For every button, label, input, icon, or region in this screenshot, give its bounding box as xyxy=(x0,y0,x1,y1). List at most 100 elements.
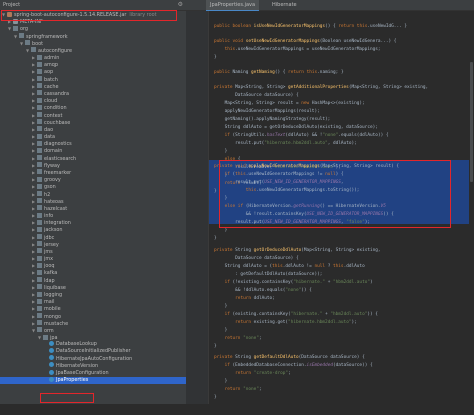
tree-item[interactable]: ▶ liquibase xyxy=(0,284,186,291)
tree-item[interactable]: ▶ mobile xyxy=(0,305,186,312)
tree-item-label: cloud xyxy=(44,98,58,105)
package-icon xyxy=(37,327,42,333)
tree-item-label: ldap xyxy=(44,277,55,284)
tree-item-label: jooq xyxy=(44,263,55,270)
code-line: String ddlAuto = (this.ddlAuto != null ?… xyxy=(214,264,365,269)
tree-item[interactable]: ▶ context xyxy=(0,112,186,119)
tree-item[interactable]: ▶ jmx xyxy=(0,255,186,263)
tree-item-label: jmx xyxy=(44,256,54,263)
code-line: return "none"; xyxy=(224,336,262,341)
tree-item[interactable]: ▶ cache xyxy=(0,83,186,90)
tree-item-label: admin xyxy=(44,55,60,62)
tree-item[interactable]: ▶ freemarker xyxy=(0,169,186,176)
tree-item[interactable]: ▶ groovy xyxy=(0,176,186,184)
tree-item[interactable]: ▶ mustache xyxy=(0,320,186,327)
tree-item[interactable]: JpaBaseConfiguration xyxy=(0,369,186,377)
tree-item-label: kafka xyxy=(44,270,58,277)
tree-item[interactable]: ▼ jpa xyxy=(0,334,186,341)
tree-item-label: groovy xyxy=(44,177,61,184)
tree-item[interactable]: ▶ cloud xyxy=(0,97,186,105)
tree-item-label: orm xyxy=(44,327,54,334)
tree-item[interactable]: ▼ springframework xyxy=(0,33,186,40)
tree-item[interactable]: ▼ org xyxy=(0,25,186,32)
tree-item[interactable]: DatabaseLookup xyxy=(0,340,186,348)
tree-item-label: jms xyxy=(44,248,53,255)
project-view-dropdown[interactable]: Project xyxy=(3,2,20,8)
package-icon xyxy=(37,183,42,189)
code-line: } xyxy=(214,395,217,400)
code-line: } xyxy=(214,228,228,233)
package-icon xyxy=(37,133,42,139)
scrollbar-thumb[interactable] xyxy=(470,62,473,182)
tree-item[interactable]: ▶ cassandra xyxy=(0,90,186,97)
tree-item[interactable]: ▼ boot xyxy=(0,40,186,47)
folder-icon xyxy=(13,18,18,24)
tree-item[interactable]: ▶ domain xyxy=(0,147,186,154)
tree-item-label: diagnostics xyxy=(44,141,72,148)
tree-item-label: mustache xyxy=(44,320,69,327)
tree-item[interactable]: ▶ condition xyxy=(0,104,186,111)
tree-item[interactable]: ▶ admin xyxy=(0,54,186,62)
tree-item[interactable]: ▶ hazelcast xyxy=(0,205,186,212)
tree-item-label: hateoas xyxy=(44,198,64,205)
code-line: String ddlAuto = getOrDeduceDdlAuto(exis… xyxy=(214,125,378,130)
tree-item[interactable]: ▶ aop xyxy=(0,68,186,75)
tree-item[interactable]: ▶ couchbase xyxy=(0,119,186,126)
tree-item[interactable]: ▶ mail xyxy=(0,298,186,305)
tree-item[interactable]: ▶ jersey xyxy=(0,241,186,248)
tree-item[interactable]: ▶ dao xyxy=(0,126,186,133)
code-editor[interactable]: public boolean isUseNewIdGeneratorMappin… xyxy=(186,11,474,415)
tab-jpaproperties[interactable]: JpaProperties.java xyxy=(206,0,260,11)
tree-item[interactable]: ▶ info xyxy=(0,212,186,219)
tree-item[interactable]: ▶ diagnostics xyxy=(0,140,186,148)
tree-item[interactable]: ▼ autoconfigure xyxy=(0,47,186,54)
tree-item[interactable]: ▶ logging xyxy=(0,291,186,298)
code-line: } xyxy=(214,196,228,201)
tree-item[interactable]: ▼ orm xyxy=(0,327,186,334)
tree-item[interactable]: HibernateVersion xyxy=(0,362,186,370)
editor-scrollbar[interactable] xyxy=(469,22,474,415)
package-icon xyxy=(37,219,42,225)
tree-item[interactable]: DataSourceInitializedPublisher xyxy=(0,347,186,355)
package-icon xyxy=(25,40,30,46)
tree-item[interactable]: ▶ META-INF xyxy=(0,18,186,25)
tree-item[interactable]: ▶ jms xyxy=(0,248,186,255)
code-line: return "none"; xyxy=(224,387,262,392)
gear-icon[interactable]: ⚙ xyxy=(178,0,183,10)
jpaproperties-highlight-box xyxy=(40,393,94,403)
tree-item[interactable]: ▶ data xyxy=(0,133,186,140)
code-line: if (existing.containsKey("hibernate." + … xyxy=(224,312,378,317)
project-panel-header[interactable]: Project ⚙ xyxy=(0,0,186,11)
tree-item[interactable]: ▶ batch xyxy=(0,76,186,83)
package-icon xyxy=(37,234,42,240)
package-icon xyxy=(37,212,42,218)
package-icon xyxy=(37,61,42,67)
tree-item-label: cassandra xyxy=(44,90,69,97)
tree-item[interactable]: ▶ gson xyxy=(0,183,186,190)
tree-item[interactable]: ▶ elasticsearch xyxy=(0,155,186,162)
tree-item[interactable]: ▶ kafka xyxy=(0,269,186,277)
tree-item[interactable]: ▶ h2 xyxy=(0,191,186,198)
code-line: } xyxy=(214,304,228,309)
tree-item-label: DataSourceInitializedPublisher xyxy=(56,348,131,355)
tree-item[interactable]: ▶ hateoas xyxy=(0,198,186,205)
code-line: else if (HibernateVersion.getRunning() =… xyxy=(224,204,386,209)
tree-item[interactable]: ▶ jdbc xyxy=(0,234,186,241)
tree-item[interactable]: ▶ ldap xyxy=(0,277,186,284)
package-icon xyxy=(37,269,42,275)
tree-item[interactable]: ▶ amqp xyxy=(0,61,186,68)
tree-item[interactable]: ▶ mongo xyxy=(0,313,186,320)
tree-item[interactable]: ▶ jooq xyxy=(0,262,186,270)
tree-item[interactable]: ▼ spring-boot-autoconfigure-1.5.14.RELEAS… xyxy=(0,11,186,18)
tree-item[interactable]: ▶ integration xyxy=(0,219,186,226)
tab-hibernate[interactable]: Hibernate xyxy=(268,0,301,10)
tree-item[interactable]: ▶ flyway xyxy=(0,162,186,169)
tree-item[interactable]: ▶ jackson xyxy=(0,226,186,233)
package-icon xyxy=(37,104,42,110)
code-line: return existing.get("hibernate.hbm2ddl.a… xyxy=(235,320,357,325)
tree-item[interactable]: JpaProperties xyxy=(0,376,186,385)
code-line: applyNewIdGeneratorMappings(result); xyxy=(214,109,320,114)
tree-item[interactable]: HibernateJpaAutoConfiguration xyxy=(0,355,186,363)
code-line: this.useNewIdGeneratorMappings.toString(… xyxy=(245,188,360,193)
code-line: && !ddlAuto.equals("none")) { xyxy=(214,288,312,293)
